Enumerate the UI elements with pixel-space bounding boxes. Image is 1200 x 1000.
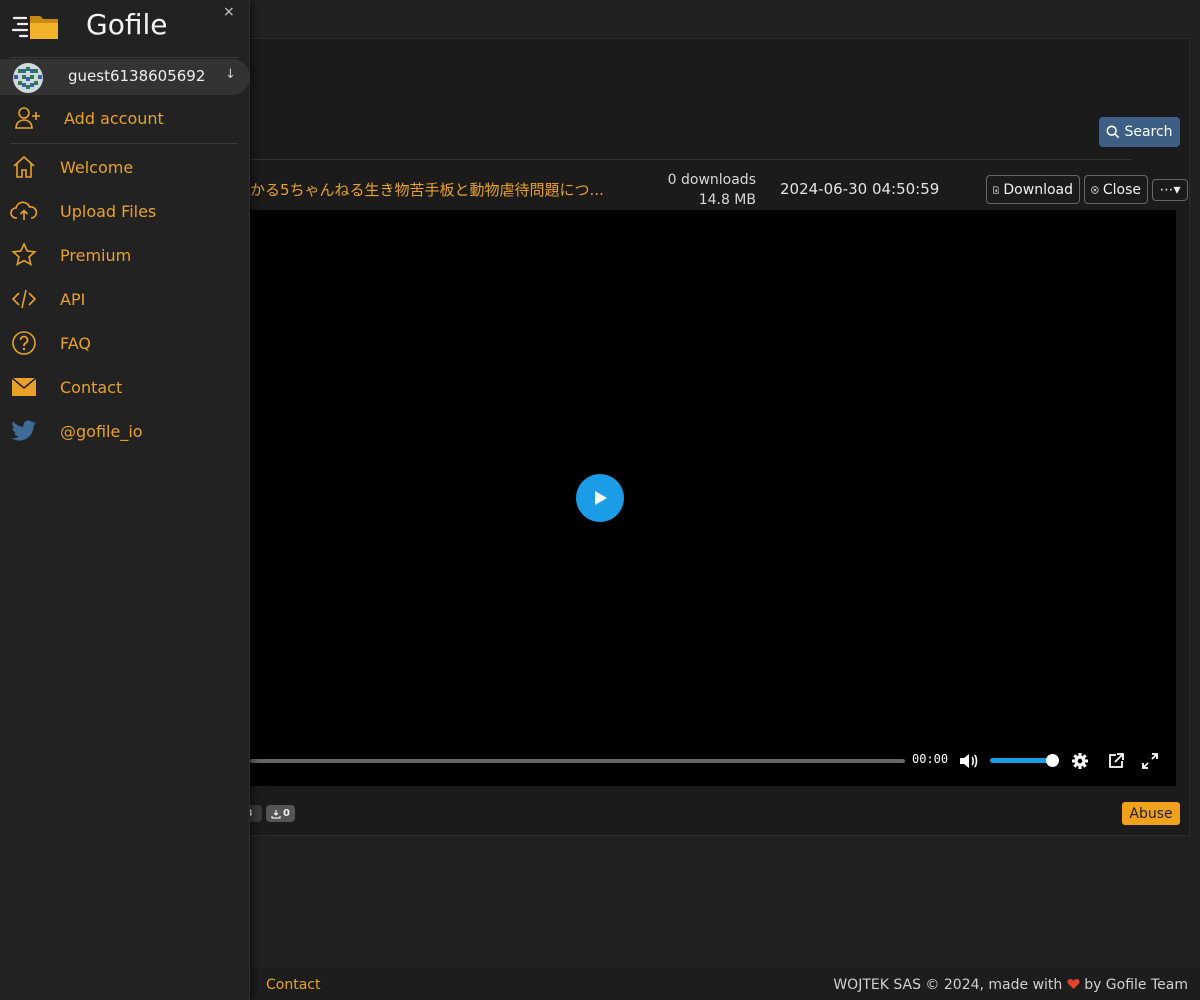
more-options-button[interactable]: ⋯▾: [1152, 179, 1188, 201]
footer-copyright: WOJTEK SAS © 2024, made with by Gofile T…: [833, 977, 1188, 993]
sidebar-item-label: Upload Files: [60, 201, 157, 221]
divider: [10, 143, 238, 144]
gear-icon: [1072, 753, 1088, 769]
avatar: [13, 63, 43, 93]
copyright-prefix: WOJTEK SAS © 2024, made with: [833, 977, 1063, 993]
downloads-badge: 0: [266, 805, 295, 822]
file-downloads: 0 downloads: [667, 172, 756, 188]
file-meta: 0 downloads 14.8 MB: [630, 170, 756, 210]
download-button[interactable]: Download: [986, 175, 1080, 204]
add-user-icon: [14, 104, 42, 132]
sidebar-item-upload-files[interactable]: Upload Files: [0, 191, 250, 231]
file-name-link[interactable]: かる5ちゃんねる生き物苦手板と動物虐待問題につ...: [250, 179, 630, 200]
download-icon: [271, 809, 281, 819]
progress-bar[interactable]: [250, 759, 905, 763]
cloud-upload-icon: [10, 197, 38, 225]
account-name: guest6138605692: [68, 67, 206, 85]
volume-button[interactable]: [957, 750, 979, 772]
volume-icon: [960, 754, 978, 768]
sidebar-item-label: @gofile_io: [60, 421, 143, 441]
sidebar-item-label: Welcome: [60, 157, 134, 177]
sidebar-close-button[interactable]: ×: [223, 4, 235, 20]
fullscreen-icon: [1142, 753, 1158, 769]
brand-title[interactable]: Gofile: [86, 8, 167, 41]
fullscreen-button[interactable]: [1139, 750, 1161, 772]
download-button-label: Download: [1003, 181, 1073, 198]
code-icon: [10, 285, 38, 313]
search-button-label: Search: [1124, 124, 1173, 140]
sidebar-item-welcome[interactable]: Welcome: [0, 147, 250, 187]
heart-icon: [1067, 979, 1080, 989]
divider: [10, 57, 238, 58]
search-button[interactable]: Search: [1099, 117, 1180, 147]
home-icon: [10, 153, 38, 181]
question-circle-icon: [10, 329, 38, 357]
play-button[interactable]: [576, 474, 624, 522]
video-player[interactable]: 00:00: [250, 210, 1176, 786]
footer-contact-link[interactable]: Contact: [266, 977, 320, 993]
x-circle-icon: [1091, 185, 1099, 194]
twitter-icon: [10, 417, 38, 445]
settings-button[interactable]: [1069, 750, 1091, 772]
time-display: 00:00: [912, 752, 949, 766]
chevron-down-icon[interactable]: ↓: [225, 67, 236, 82]
downloads-badge-count: 0: [283, 808, 290, 819]
file-date: 2024-06-30 04:50:59: [780, 180, 940, 198]
add-account-label: Add account: [64, 108, 164, 128]
gofile-logo-icon: [12, 16, 58, 39]
close-file-button-label: Close: [1102, 181, 1141, 198]
sidebar-item-label: FAQ: [60, 333, 91, 353]
copyright-suffix: by Gofile Team: [1084, 977, 1188, 993]
more-options-label: ⋯▾: [1159, 182, 1181, 198]
external-link-icon: [1109, 753, 1124, 768]
volume-slider-thumb[interactable]: [1046, 754, 1059, 767]
sidebar-item-api[interactable]: API: [0, 279, 250, 319]
sidebar-item-label: Premium: [60, 245, 132, 265]
file-divider: [250, 159, 1132, 160]
abuse-button[interactable]: Abuse: [1122, 802, 1180, 825]
envelope-icon: [10, 373, 38, 401]
file-download-icon: [993, 185, 1000, 194]
file-size: 14.8 MB: [698, 192, 756, 208]
sidebar-item-label: Contact: [60, 377, 123, 397]
sidebar-item-contact[interactable]: Contact: [0, 367, 250, 407]
play-icon: [595, 491, 607, 505]
close-file-button[interactable]: Close: [1084, 175, 1148, 204]
sidebar: Gofile × guest6138605692 ↓ Add account W…: [0, 0, 250, 1000]
star-icon: [10, 241, 38, 269]
sidebar-item-label: API: [60, 289, 86, 309]
volume-slider[interactable]: [990, 758, 1052, 763]
pip-button[interactable]: [1105, 750, 1127, 772]
search-icon: [1106, 125, 1120, 139]
sidebar-item-premium[interactable]: Premium: [0, 235, 250, 275]
sidebar-item-twitter[interactable]: @gofile_io: [0, 411, 250, 451]
sidebar-item-add-account[interactable]: Add account: [0, 98, 250, 138]
sidebar-item-faq[interactable]: FAQ: [0, 323, 250, 363]
